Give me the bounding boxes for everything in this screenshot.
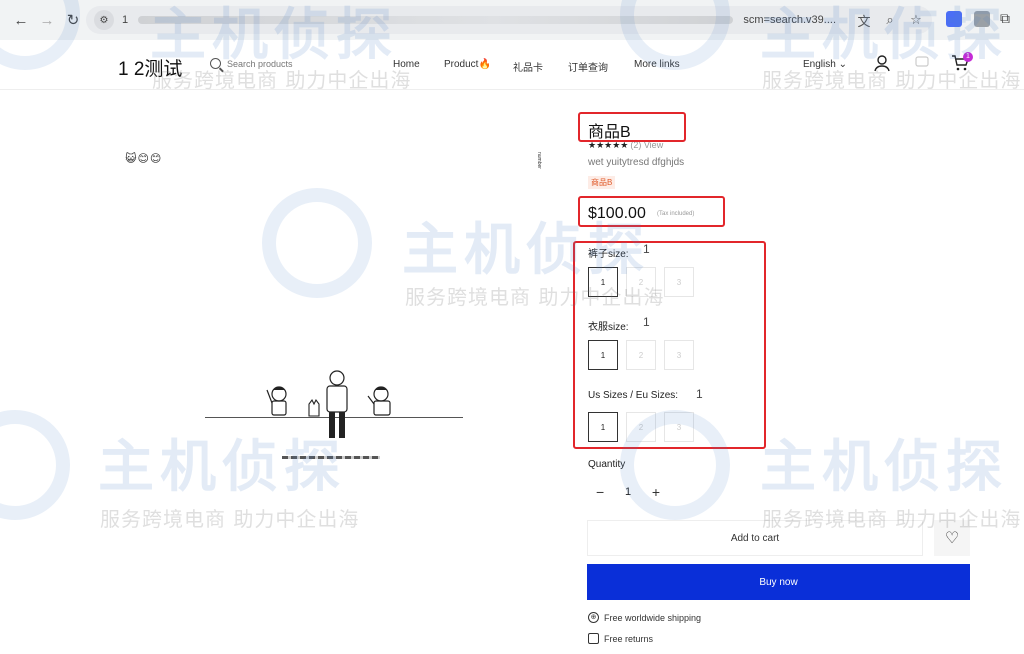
account-icon[interactable] xyxy=(872,54,892,74)
bookmark-star-icon[interactable]: ☆ xyxy=(908,12,924,28)
url-end: scm=search.v39.... xyxy=(743,14,836,26)
buy-now-button[interactable]: Buy now xyxy=(587,564,970,600)
perk-returns: Free returns xyxy=(588,633,653,644)
returns-box-icon xyxy=(588,633,599,644)
quantity-value[interactable]: 1 xyxy=(625,486,631,498)
nav-order-lookup[interactable]: 订单查询 xyxy=(568,59,608,74)
search-placeholder: Search products xyxy=(227,58,293,69)
image-pagination-dots[interactable] xyxy=(282,456,380,459)
address-bar[interactable]: ⚙ 1 scm=search.v39.... 文 ⌕ ☆ xyxy=(86,6,932,34)
illustration-people xyxy=(266,370,391,438)
back-icon[interactable]: ← xyxy=(8,7,34,33)
perk-shipping: ⊕ Free worldwide shipping xyxy=(588,612,701,623)
translate-icon[interactable]: 文 xyxy=(856,11,872,30)
add-to-cart-button[interactable]: Add to cart xyxy=(587,520,923,556)
nav-more-links[interactable]: More links xyxy=(634,59,680,70)
perk-returns-text: Free returns xyxy=(604,633,654,644)
watermark-logo-icon xyxy=(0,410,70,520)
image-vertical-text: number xyxy=(536,152,542,169)
watermark-slogan: 服务跨境电商 助力中企出海 xyxy=(100,507,360,531)
language-selector[interactable]: English ⌄ xyxy=(803,59,847,70)
extension-translate-icon[interactable] xyxy=(946,11,962,27)
forward-icon[interactable]: → xyxy=(34,7,60,33)
tune-icon[interactable]: ⚙ xyxy=(94,10,114,30)
store-logo[interactable]: 1 2测试 xyxy=(118,54,182,81)
url-start: 1 xyxy=(122,14,129,26)
quantity-label: Quantity xyxy=(588,459,626,470)
nav-product[interactable]: Product🔥 xyxy=(444,59,491,70)
extension-icon[interactable] xyxy=(974,11,990,27)
cart-count-badge: 1 xyxy=(963,52,973,62)
annotation-options-box xyxy=(573,241,766,449)
doodle-faces: 😺😊😊 xyxy=(125,153,163,165)
chat-icon[interactable] xyxy=(912,54,932,74)
product-description: wet yuitytresd dfghjds xyxy=(588,157,685,168)
quantity-stepper: − 1 + xyxy=(588,478,668,506)
zoom-icon[interactable]: ⌕ xyxy=(882,12,898,28)
product-tag: 商品B xyxy=(588,176,616,189)
annotation-price-box xyxy=(578,196,725,227)
heart-icon[interactable]: ♡ xyxy=(934,520,970,556)
quantity-plus-button[interactable]: + xyxy=(652,484,660,500)
annotation-title-box xyxy=(578,112,686,142)
extensions-puzzle-icon[interactable]: ⧉ xyxy=(1000,10,1010,27)
store-header: 1 2测试 Search products Home Product🔥 礼品卡 … xyxy=(0,40,1024,90)
search-bar[interactable]: Search products xyxy=(210,58,293,69)
reload-icon[interactable]: ↻ xyxy=(60,7,86,33)
nav-gift-card[interactable]: 礼品卡 xyxy=(513,59,543,74)
url-redacted xyxy=(138,16,734,24)
quantity-minus-button[interactable]: − xyxy=(596,484,604,500)
search-icon xyxy=(210,58,221,69)
perk-shipping-text: Free worldwide shipping xyxy=(604,612,702,623)
nav-home[interactable]: Home xyxy=(393,59,420,70)
globe-icon: ⊕ xyxy=(588,612,599,623)
watermark-brand: 主机侦探 xyxy=(760,435,1008,500)
